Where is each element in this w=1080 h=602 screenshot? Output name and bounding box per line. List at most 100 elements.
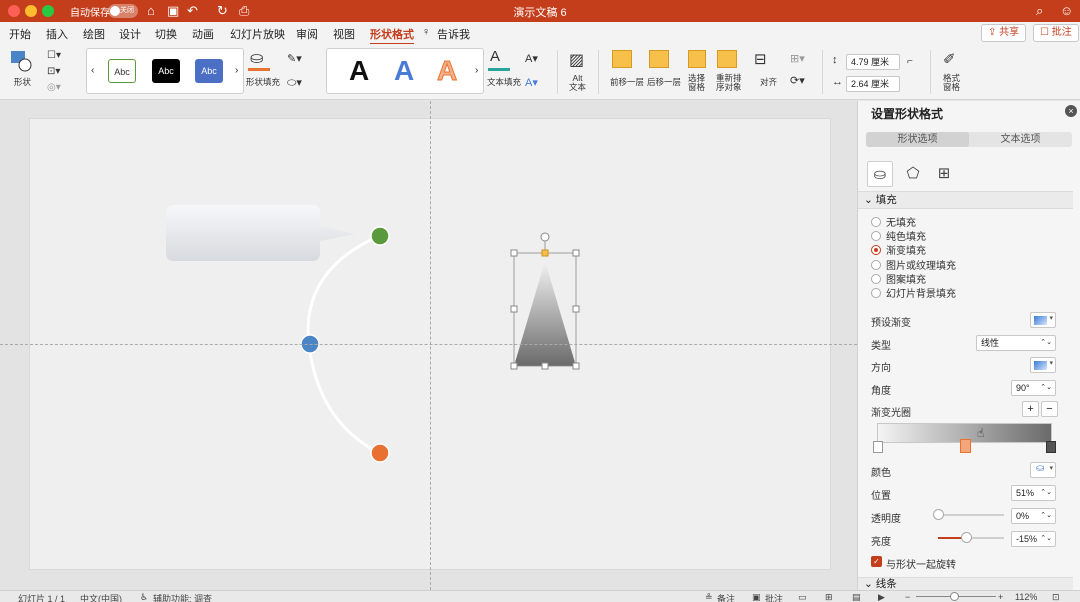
transparency-slider[interactable] <box>938 514 1004 516</box>
wordart-blue-icon[interactable]: A <box>394 55 414 87</box>
tab-slideshow[interactable]: 幻灯片放映 <box>230 26 285 42</box>
merge-shapes-icon[interactable]: ◎▾ <box>47 82 61 93</box>
speech-bubble-shape[interactable] <box>166 205 355 261</box>
orange-node[interactable] <box>370 443 390 463</box>
fill-option-background[interactable]: 幻灯片背景填充 <box>871 288 956 302</box>
paint-bucket-icon[interactable]: ⛀ <box>250 48 263 68</box>
green-node[interactable] <box>370 226 390 246</box>
rotate-icon[interactable]: ⟳▾ <box>790 74 805 87</box>
vertical-guide[interactable] <box>430 101 431 590</box>
resize-handle[interactable] <box>572 249 580 257</box>
textbox-icon[interactable]: ⊡▾ <box>47 66 60 77</box>
slideshow-icon[interactable]: ▶ <box>878 592 885 602</box>
style-swatch-blue[interactable]: Abc <box>195 59 223 83</box>
adjust-handle[interactable] <box>541 249 549 257</box>
gallery-prev-icon[interactable]: ‹ <box>91 65 94 76</box>
shape-fill-label[interactable]: 形状填充 <box>246 76 280 88</box>
tab-shape-options[interactable]: 形状选项 <box>866 132 969 147</box>
direction-picker[interactable]: ▾ <box>1030 357 1056 373</box>
resize-handle[interactable] <box>572 305 580 313</box>
align-icon[interactable]: ⊟ <box>754 50 767 68</box>
tab-shape-format[interactable]: 形状格式 <box>370 26 414 45</box>
notes-button[interactable]: 备注 <box>717 592 735 602</box>
slide-sorter-icon[interactable]: ⊞ <box>825 592 833 602</box>
gradient-triangle-shape[interactable] <box>514 261 576 366</box>
zoom-slider-knob[interactable] <box>950 592 959 601</box>
group-icon[interactable]: ⊞▾ <box>790 52 805 65</box>
transparency-stepper[interactable]: 0% ⌃⌄ <box>1011 508 1056 524</box>
horizontal-guide[interactable] <box>0 344 857 345</box>
resize-handle[interactable] <box>572 362 580 370</box>
position-stepper[interactable]: 51% ⌃⌄ <box>1011 485 1056 501</box>
fill-option-none[interactable]: 无填充 <box>871 217 916 231</box>
search-icon[interactable]: ⌕ <box>1036 3 1043 19</box>
shape-width-field[interactable]: 2.64 厘米 <box>846 76 900 92</box>
tab-transitions[interactable]: 切换 <box>155 26 177 42</box>
zoom-in-icon[interactable]: + <box>998 592 1003 602</box>
shape-height-field[interactable]: 4.79 厘米 <box>846 54 900 70</box>
text-outline-icon[interactable]: A▾ <box>525 52 538 65</box>
wordart-black-icon[interactable]: A <box>349 55 369 87</box>
angle-stepper[interactable]: 90° ⌃⌄ <box>1011 380 1056 396</box>
alt-text-label[interactable]: Alt 文本 <box>569 74 586 92</box>
rotate-handle[interactable] <box>540 232 550 242</box>
outline-pen-icon[interactable]: ✎▾ <box>287 52 302 65</box>
zoom-out-icon[interactable]: − <box>905 592 910 602</box>
text-effects-icon[interactable]: A▾ <box>525 76 538 89</box>
shape-effects-icon[interactable]: ⬭▾ <box>287 76 302 90</box>
resize-handle[interactable] <box>510 362 518 370</box>
wordart-next-icon[interactable]: › <box>475 65 478 76</box>
tab-draw[interactable]: 绘图 <box>83 26 105 42</box>
reading-view-icon[interactable]: ▤ <box>852 592 861 602</box>
fill-option-picture[interactable]: 图片或纹理填充 <box>871 260 956 274</box>
share-button[interactable]: ⇪ 共享 <box>981 24 1027 42</box>
preset-gradient-picker[interactable]: ▾ <box>1030 312 1056 328</box>
stop-color-picker[interactable]: ⛀ ▾ <box>1030 462 1056 478</box>
bring-forward-icon[interactable] <box>612 50 632 68</box>
account-icon[interactable]: ☺ <box>1060 3 1073 19</box>
format-pane-icon[interactable]: ✐ <box>943 50 956 68</box>
send-backward-label[interactable]: 后移一层 <box>647 76 681 88</box>
tab-design[interactable]: 设计 <box>119 26 141 42</box>
fill-section-header[interactable]: ⌄ 填充 <box>858 191 1073 209</box>
fit-slide-icon[interactable]: ⊡ <box>1052 592 1060 602</box>
transparency-slider-knob[interactable] <box>933 509 944 520</box>
tab-animations[interactable]: 动画 <box>192 26 214 42</box>
tab-home[interactable]: 开始 <box>9 26 31 42</box>
editing-canvas[interactable] <box>0 101 857 590</box>
tab-insert[interactable]: 插入 <box>46 26 68 42</box>
remove-stop-button[interactable]: − <box>1041 401 1058 417</box>
gradient-stop-handle[interactable] <box>873 441 883 453</box>
gradient-type-select[interactable]: 线性 ⌃⌄ <box>976 335 1056 351</box>
send-backward-icon[interactable] <box>649 50 669 68</box>
text-fill-label[interactable]: 文本填充 <box>487 76 521 88</box>
fill-option-solid[interactable]: 纯色填充 <box>871 231 926 245</box>
resize-handle[interactable] <box>510 249 518 257</box>
alt-text-icon[interactable]: ▨ <box>569 50 584 70</box>
rotate-with-shape-checkbox[interactable]: ✓ <box>871 556 882 567</box>
gradient-stop-handle-selected[interactable] <box>960 439 971 453</box>
resize-handle[interactable] <box>541 362 549 370</box>
tab-text-options[interactable]: 文本选项 <box>969 132 1072 147</box>
resize-handle[interactable] <box>510 305 518 313</box>
lock-aspect-icon[interactable]: ⌐ <box>907 56 913 67</box>
tab-review[interactable]: 审阅 <box>296 26 318 42</box>
tab-tell-me[interactable]: 告诉我 <box>437 26 470 42</box>
wordart-orange-icon[interactable]: A <box>436 55 457 87</box>
shape-icon[interactable] <box>10 50 34 72</box>
brightness-stepper[interactable]: -15% ⌃⌄ <box>1011 531 1056 547</box>
size-properties-icon[interactable]: ⊞ <box>931 161 957 187</box>
pentagon-effects-icon[interactable]: ⬠ <box>900 161 926 187</box>
align-label[interactable]: 对齐 <box>760 76 777 88</box>
fill-option-pattern[interactable]: 图案填充 <box>871 274 926 288</box>
add-stop-button[interactable]: + <box>1022 401 1039 417</box>
style-swatch-outline[interactable]: Abc <box>108 59 136 83</box>
bring-forward-label[interactable]: 前移一层 <box>610 76 644 88</box>
edit-shape-icon[interactable]: ☐▾ <box>47 50 61 61</box>
reorder-objects-icon[interactable] <box>717 50 737 68</box>
accessibility-status[interactable]: 辅助功能: 调查 <box>153 592 212 602</box>
zoom-level[interactable]: 112% <box>1015 592 1037 602</box>
comments-button[interactable]: 批注 <box>765 592 783 602</box>
fill-option-gradient[interactable]: 渐变填充 <box>871 245 926 259</box>
style-swatch-dark[interactable]: Abc <box>152 59 180 83</box>
